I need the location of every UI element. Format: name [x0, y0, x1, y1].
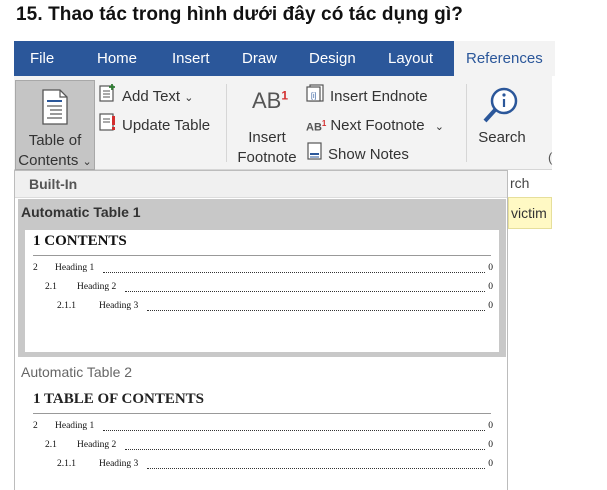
toc-entry-number: 2.1.1 — [57, 459, 76, 469]
show-notes-label: Show Notes — [328, 145, 409, 163]
next-footnote-icon: AB1 — [306, 119, 327, 134]
add-text-icon — [98, 83, 118, 111]
group-separator — [226, 84, 227, 162]
toc-entry-page: 0 — [488, 301, 493, 311]
insert-endnote-button[interactable]: [i] Insert Endnote — [306, 83, 428, 107]
next-footnote-label: Next Footnote — [330, 116, 425, 134]
chevron-down-icon: ⌄ — [82, 156, 92, 168]
question-text: 15. Thao tác trong hình dưới đây có tác … — [16, 4, 463, 25]
toc-entry-text: Heading 3 — [99, 459, 139, 469]
search-group-label-cut: rch — [510, 175, 530, 191]
leader-dots — [125, 285, 485, 292]
preview-heading: 1 TABLE OF CONTENTS — [33, 391, 205, 407]
section-title: Built-In — [29, 176, 78, 192]
search-label: Search — [478, 129, 526, 146]
insert-footnote-label-1: Insert — [248, 129, 286, 146]
update-table-button[interactable]: Update Table — [98, 112, 210, 136]
toc-entry-number: 2.1 — [45, 440, 57, 450]
toc-entry-text: Heading 1 — [55, 421, 95, 431]
show-notes-icon — [306, 141, 324, 169]
insert-endnote-icon: [i] — [306, 83, 326, 111]
toc-preview: 1 CONTENTS 2 Heading 1 0 2.1 Heading 2 0… — [25, 230, 499, 352]
leader-dots — [147, 304, 485, 311]
toc-entry-number: 2.1 — [45, 282, 57, 292]
add-text-label: Add Text — [122, 87, 181, 105]
toc-dropdown: Built-In Automatic Table 1 1 CONTENTS 2 … — [14, 170, 508, 490]
toc-entry-page: 0 — [488, 459, 493, 469]
table-of-contents-button[interactable]: Table of Contents ⌄ — [15, 80, 95, 170]
automatic-table-2-option[interactable]: Automatic Table 2 1 TABLE OF CONTENTS 2 … — [18, 359, 506, 490]
show-notes-button[interactable]: Show Notes — [306, 141, 409, 165]
ribbon-references: Table of Contents ⌄ Add Text ⌄ Update Ta… — [14, 76, 552, 170]
preview-heading: 1 CONTENTS — [33, 233, 127, 249]
insert-footnote-button[interactable]: AB1 Insert Footnote — [232, 84, 302, 170]
tab-home[interactable]: Home — [97, 41, 137, 76]
toc-entry-number: 2.1.1 — [57, 301, 76, 311]
gallery-section-header: Built-In — [15, 171, 507, 198]
update-table-icon — [98, 112, 118, 140]
toc-entry-text: Heading 1 — [55, 263, 95, 273]
toc-entry-text: Heading 3 — [99, 301, 139, 311]
chevron-down-icon: ⌄ — [434, 120, 444, 133]
divider — [33, 413, 491, 414]
search-icon — [482, 86, 522, 128]
table-of-contents-icon — [41, 89, 69, 129]
toc-label-line1: Table of — [28, 132, 82, 149]
footnote-icon: AB1 — [252, 88, 289, 113]
toc-preview: 1 TABLE OF CONTENTS 2 Heading 1 0 2.1 He… — [25, 387, 499, 490]
toc-label-line2: Contents ⌄ — [18, 152, 92, 169]
chevron-down-icon: ⌄ — [184, 91, 194, 104]
automatic-table-1-option[interactable]: Automatic Table 1 1 CONTENTS 2 Heading 1… — [18, 199, 506, 357]
group-separator — [466, 84, 467, 162]
next-footnote-button[interactable]: AB1 Next Footnote ⌄ — [306, 112, 444, 136]
toc-entry-number: 2 — [33, 421, 38, 431]
toc-entry-page: 0 — [488, 263, 493, 273]
ribbon-tab-bar: File Home Insert Draw Design Layout Refe… — [14, 41, 555, 76]
svg-text:[i]: [i] — [311, 93, 317, 100]
tab-layout[interactable]: Layout — [388, 41, 433, 76]
tab-references[interactable]: References — [454, 41, 555, 76]
insert-endnote-label: Insert Endnote — [330, 87, 428, 105]
add-text-button[interactable]: Add Text ⌄ — [98, 83, 194, 107]
update-table-label: Update Table — [122, 116, 211, 134]
toc-entry-number: 2 — [33, 263, 38, 273]
insert-footnote-label-2: Footnote — [237, 149, 297, 166]
toc-entry-page: 0 — [488, 282, 493, 292]
edge-mark: ( — [548, 150, 553, 165]
toc-entry-page: 0 — [488, 421, 493, 431]
gallery-item-title: Automatic Table 1 — [21, 204, 141, 220]
toc-entry-text: Heading 2 — [77, 440, 117, 450]
gallery-item-title: Automatic Table 2 — [21, 364, 133, 380]
tab-draw[interactable]: Draw — [242, 41, 277, 76]
toc-entry-page: 0 — [488, 440, 493, 450]
leader-dots — [125, 443, 485, 450]
leader-dots — [103, 424, 485, 431]
leader-dots — [147, 462, 485, 469]
tab-file[interactable]: File — [30, 41, 54, 76]
toc-entry-text: Heading 2 — [77, 282, 117, 292]
leader-dots — [103, 266, 485, 273]
tooltip-text: victim — [508, 197, 552, 229]
tab-design[interactable]: Design — [309, 41, 356, 76]
search-button[interactable]: Search — [472, 84, 532, 164]
divider — [33, 255, 491, 256]
tab-insert[interactable]: Insert — [172, 41, 210, 76]
